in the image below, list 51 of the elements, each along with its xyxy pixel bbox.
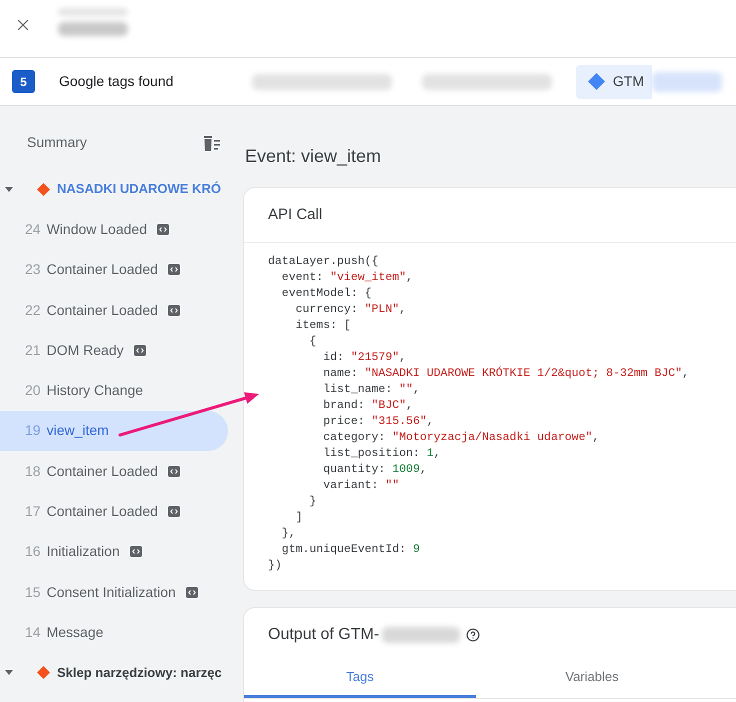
diamond-icon — [588, 73, 605, 90]
code-line: quantity: 1009, — [322, 462, 427, 478]
help-icon[interactable] — [466, 628, 480, 642]
diamond-icon — [37, 666, 50, 680]
code-line: brand: "BJC", — [322, 398, 413, 414]
output-tab[interactable]: Tags — [244, 658, 476, 698]
caret-icon — [5, 186, 13, 192]
tags-found-label: Google tags found — [59, 72, 174, 91]
code-line: price: "315.56", — [322, 414, 434, 430]
code-line: ] — [294, 510, 303, 526]
code-line: category: "Motoryzacja/Nasadki udarowe", — [322, 430, 600, 446]
event-item[interactable]: 22 Container Loaded — [0, 290, 228, 330]
code-line: }, — [280, 526, 296, 542]
code-line: }) — [268, 558, 282, 574]
output-title: Output of GTM- — [268, 625, 380, 645]
blurred-block — [652, 72, 722, 92]
code-line: currency: "PLN", — [294, 302, 406, 318]
code-line: name: "NASADKI UDAROWE KRÓTKIE 1/2&quot; 8-32mm BJC", — [322, 366, 689, 382]
code-line: gtm.uniqueEventId: 9 — [280, 542, 420, 558]
event-group[interactable]: NASADKI UDAROWE KRÓ — [0, 169, 232, 210]
event-item[interactable]: 18 Container Loaded — [0, 451, 228, 492]
container-tab[interactable]: GTM — [576, 64, 652, 98]
caret-icon — [5, 670, 13, 676]
code-line: variant: "" — [322, 478, 400, 494]
code-line: id: "21579", — [322, 350, 406, 366]
event-item[interactable]: 14 Message — [0, 612, 228, 653]
code-line: items: [ — [294, 318, 351, 334]
card-title: API Call — [268, 204, 322, 225]
event-item[interactable]: 15 Consent Initialization — [0, 572, 228, 612]
event-item[interactable]: 17 Container Loaded — [0, 491, 228, 532]
summary-title: Summary — [27, 133, 87, 152]
event-item[interactable]: 21 DOM Ready — [0, 330, 228, 370]
event-group[interactable]: Sklep narzędziowy: narzęc — [0, 652, 232, 693]
code-line: list_position: 1, — [322, 446, 441, 462]
code-line: dataLayer.push({ — [268, 254, 378, 270]
diamond-icon — [37, 182, 50, 196]
event-item[interactable]: 19 view_item — [0, 410, 228, 452]
code-line: { — [308, 334, 316, 350]
event-title: Event: view_item — [245, 145, 382, 167]
event-item[interactable]: 16 Initialization — [0, 532, 228, 572]
code-line: } — [308, 494, 316, 510]
count-badge: 5 — [12, 70, 35, 93]
code-line: list_name: "", — [322, 382, 420, 398]
blurred-block — [58, 22, 128, 36]
event-item[interactable]: 20 History Change — [0, 370, 228, 411]
output-tab[interactable]: Variables — [476, 658, 708, 698]
event-item[interactable]: 24 Window Loaded — [0, 209, 228, 250]
trash-list-icon[interactable] — [203, 134, 220, 150]
code-line: event: "view_item", — [280, 270, 413, 286]
event-item[interactable]: 23 Container Loaded — [0, 250, 228, 290]
code-line: eventModel: { — [280, 286, 372, 302]
